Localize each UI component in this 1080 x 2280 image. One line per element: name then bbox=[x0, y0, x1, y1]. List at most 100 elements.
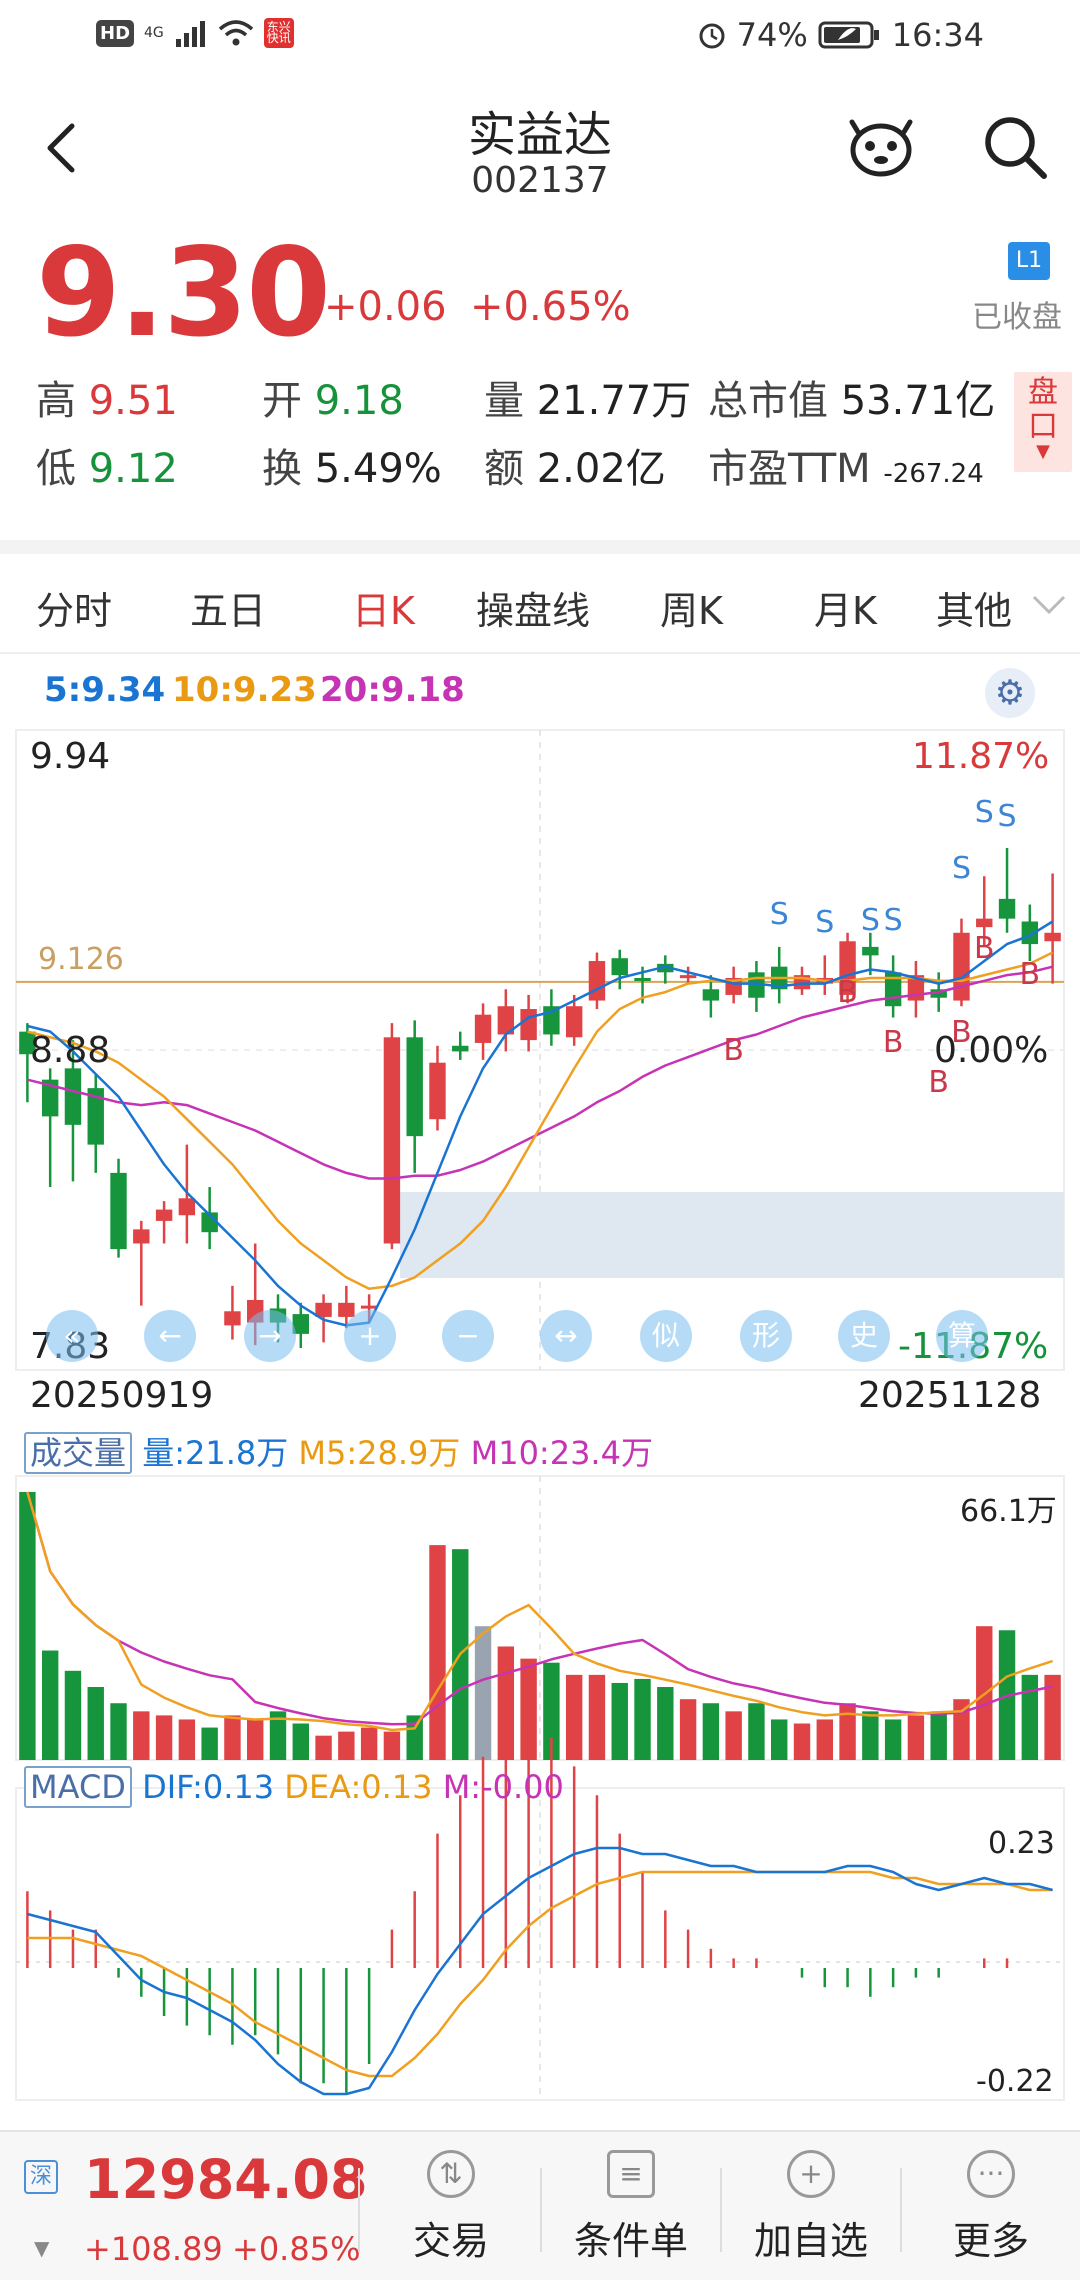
nav-separator bbox=[358, 2168, 360, 2252]
sell-signal-marker: S bbox=[952, 851, 971, 886]
buy-signal-marker: B bbox=[837, 975, 858, 1010]
volume-bar bbox=[725, 1711, 742, 1760]
volume-bar bbox=[748, 1703, 765, 1760]
nav-more[interactable]: ··· 更多 bbox=[906, 2150, 1076, 2265]
pct-axis-high: 11.87% bbox=[912, 736, 1050, 777]
chart-control-button[interactable]: + bbox=[344, 1310, 396, 1362]
more-icon: ··· bbox=[967, 2150, 1015, 2198]
volume-bar bbox=[338, 1731, 355, 1760]
sell-signal-marker: S bbox=[975, 795, 994, 830]
macd-dea: DEA:0.13 bbox=[284, 1768, 433, 1806]
chart-control-button[interactable]: ↔ bbox=[540, 1310, 592, 1362]
chart-control-button[interactable]: 似 bbox=[640, 1310, 692, 1362]
add-watchlist-icon: + bbox=[787, 2150, 835, 2198]
y-axis-mid: 8.88 bbox=[30, 1030, 111, 1071]
volume-max: 66.1万 bbox=[960, 1494, 1057, 1529]
caret-down-icon[interactable]: ▼ bbox=[34, 2236, 49, 2260]
candle-body bbox=[338, 1302, 355, 1317]
volume-bar bbox=[64, 1670, 82, 1760]
buy-signal-marker: B bbox=[723, 1033, 744, 1068]
macd-min: -0.22 bbox=[976, 2064, 1054, 2099]
volume-bar bbox=[634, 1678, 651, 1760]
nav-condition-order[interactable]: ≡ 条件单 bbox=[546, 2150, 716, 2265]
index-badge[interactable]: 深 bbox=[24, 2160, 58, 2194]
volume-bar bbox=[155, 1715, 173, 1760]
sell-signal-marker: S bbox=[884, 903, 903, 938]
volume-bar bbox=[907, 1715, 925, 1760]
volume-bar bbox=[930, 1711, 947, 1760]
kline-chart[interactable]: S S SSSS SBBBBBBB bbox=[0, 0, 1080, 2130]
candle-body bbox=[110, 1172, 127, 1250]
volume-bar bbox=[201, 1727, 218, 1760]
candle-body bbox=[155, 1209, 173, 1221]
macd-max: 0.23 bbox=[988, 1826, 1055, 1861]
reference-price-label: 9.126 bbox=[38, 942, 124, 977]
index-value[interactable]: 12984.08 bbox=[84, 2148, 368, 2211]
nav-label: 更多 bbox=[952, 2219, 1029, 2263]
y-axis-high: 9.94 bbox=[30, 736, 111, 777]
nav-trade[interactable]: ⇅ 交易 bbox=[366, 2150, 536, 2265]
volume-m10: M10:23.4万 bbox=[470, 1434, 653, 1472]
index-change: +108.89 bbox=[84, 2230, 223, 2268]
buy-signal-marker: B bbox=[1020, 957, 1041, 992]
pct-axis-mid: 0.00% bbox=[934, 1030, 1049, 1071]
candle-body bbox=[383, 1037, 401, 1244]
volume-bar bbox=[110, 1703, 127, 1760]
nav-label: 条件单 bbox=[573, 2219, 688, 2263]
nav-separator bbox=[540, 2168, 542, 2252]
highlight-range bbox=[400, 1192, 1064, 1278]
chart-control-button[interactable]: → bbox=[244, 1310, 296, 1362]
condition-order-icon: ≡ bbox=[607, 2150, 655, 2198]
candle-body bbox=[133, 1229, 150, 1244]
chart-control-button[interactable]: 史 bbox=[838, 1310, 890, 1362]
volume-bar bbox=[771, 1719, 788, 1760]
candle-body bbox=[953, 932, 970, 1001]
candle-body bbox=[452, 1045, 469, 1052]
macd-m: M:-0.00 bbox=[442, 1768, 564, 1806]
volume-bar bbox=[884, 1719, 902, 1760]
macd-title[interactable]: MACD bbox=[24, 1766, 132, 1808]
date-start: 20250919 bbox=[30, 1375, 214, 1416]
volume-bar bbox=[657, 1687, 674, 1760]
volume-bar bbox=[133, 1711, 150, 1760]
volume-bar bbox=[315, 1735, 332, 1760]
candle-body bbox=[406, 1037, 423, 1137]
chart-control-button[interactable]: 形 bbox=[740, 1310, 792, 1362]
volume-bar bbox=[41, 1650, 59, 1760]
nav-label: 交易 bbox=[412, 2219, 489, 2263]
candle-body bbox=[429, 1062, 446, 1120]
candle-body bbox=[64, 1068, 82, 1125]
volume-bar bbox=[611, 1682, 628, 1760]
chart-control-button[interactable]: « bbox=[46, 1310, 98, 1362]
candle-body bbox=[862, 946, 879, 956]
date-end: 20251128 bbox=[858, 1375, 1042, 1416]
volume-bar bbox=[19, 1492, 36, 1760]
volume-bar bbox=[87, 1687, 104, 1760]
candle-body bbox=[588, 961, 606, 1001]
candle-body bbox=[634, 977, 651, 981]
macd-legend: MACD DIF:0.13 DEA:0.13 M:-0.00 bbox=[24, 1766, 564, 1808]
volume-bar bbox=[588, 1674, 606, 1760]
candle-body bbox=[1044, 932, 1061, 942]
volume-bar bbox=[406, 1715, 423, 1760]
volume-value: 量:21.8万 bbox=[142, 1434, 289, 1472]
volume-bar bbox=[793, 1723, 811, 1760]
sell-signal-marker: S bbox=[861, 903, 880, 938]
chart-control-button[interactable]: ← bbox=[144, 1310, 196, 1362]
chart-control-button[interactable]: − bbox=[442, 1310, 494, 1362]
candle-body bbox=[679, 975, 697, 979]
volume-bar bbox=[178, 1719, 196, 1760]
candle-body bbox=[611, 958, 628, 976]
candle-body bbox=[520, 1009, 537, 1041]
sell-signal-marker: S bbox=[998, 799, 1017, 834]
volume-bar bbox=[292, 1723, 309, 1760]
nav-separator bbox=[720, 2168, 722, 2252]
nav-add-watchlist[interactable]: + 加自选 bbox=[726, 2150, 896, 2265]
candle-body bbox=[998, 898, 1016, 919]
volume-title[interactable]: 成交量 bbox=[24, 1432, 133, 1474]
nav-label: 加自选 bbox=[753, 2219, 868, 2263]
volume-bar bbox=[679, 1699, 697, 1760]
index-change-percent: +0.85% bbox=[232, 2230, 361, 2268]
chart-control-button[interactable]: 算 bbox=[936, 1310, 988, 1362]
volume-bar bbox=[816, 1719, 833, 1760]
